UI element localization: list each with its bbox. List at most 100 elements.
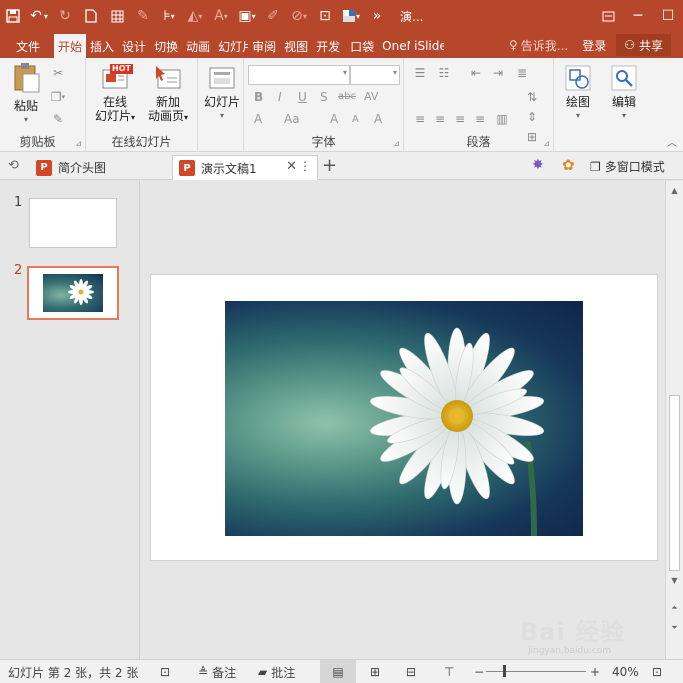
tab-home[interactable]: 开始 [54, 34, 87, 58]
zoom-slider[interactable] [486, 665, 586, 677]
format-painter-icon[interactable]: ✎ [50, 112, 66, 126]
daisy-photo[interactable] [225, 301, 583, 536]
strikethrough-button[interactable]: abc [338, 91, 356, 102]
new-file-icon[interactable] [78, 0, 104, 32]
clipboard-icon[interactable]: ▣ ▾ [234, 0, 260, 32]
multiwindow-button[interactable]: ❐ 多窗口模式 [590, 158, 665, 175]
cut-icon[interactable]: ✂ [50, 66, 66, 80]
tab-slideshow[interactable]: 幻灯片 [214, 34, 248, 58]
zoom-level[interactable]: 40% [612, 660, 639, 683]
char-spacing-button[interactable]: AV [364, 90, 378, 103]
font-size-input[interactable]: ▾ [350, 65, 400, 85]
normal-view-button[interactable]: ▤ [320, 660, 356, 683]
drawing-button[interactable]: 绘图 ▾ [558, 64, 598, 123]
more-options-icon[interactable]: ⋮ [299, 159, 311, 173]
shadow-button[interactable]: S [320, 90, 328, 104]
shrink-font-button[interactable]: A [352, 114, 359, 125]
slides-button[interactable]: 幻灯片 ▾ [202, 66, 242, 123]
ribbon-display-icon[interactable] [593, 0, 623, 32]
tab-animations[interactable]: 动画 [182, 34, 214, 58]
zoom-out-icon[interactable]: − [474, 660, 484, 683]
tab-view[interactable]: 视图 [280, 34, 312, 58]
scroll-thumb[interactable] [669, 395, 680, 571]
spell-check-icon[interactable]: ⊡ [160, 660, 170, 683]
slide-thumbnail-1[interactable] [29, 198, 117, 248]
font-color-button[interactable]: A [254, 112, 262, 126]
online-slides-button[interactable]: HOT 在线 幻灯片▾ [90, 64, 140, 125]
reading-view-icon[interactable]: ⊟ [406, 660, 416, 683]
redo-icon[interactable]: ↻ [52, 0, 78, 32]
slide-sorter-icon[interactable]: ⊞ [370, 660, 380, 683]
change-case-button[interactable]: Aa [284, 112, 300, 126]
theme-icon[interactable]: ▾ [338, 0, 364, 32]
notes-button[interactable]: ≜ 备注 [198, 660, 236, 683]
maximize-icon[interactable]: ☐ [653, 0, 683, 32]
editing-button[interactable]: 编辑 ▾ [604, 64, 644, 123]
new-tab-icon[interactable]: + [322, 155, 337, 176]
dialog-launcher-icon[interactable]: ⊿ [393, 139, 400, 148]
shape-icon[interactable]: ⊘ ▾ [286, 0, 312, 32]
share-button[interactable]: ⚇ 共享 [616, 34, 671, 56]
tab-file[interactable]: 文件 [0, 34, 54, 58]
history-icon[interactable]: ⟲ [8, 158, 19, 173]
collapse-ribbon-icon[interactable]: ︿ [667, 134, 677, 149]
dialog-launcher-icon[interactable]: ⊿ [75, 139, 82, 148]
line-spacing-icon[interactable]: ≣ [514, 66, 530, 80]
table-icon[interactable] [104, 0, 130, 32]
save-icon[interactable] [0, 0, 26, 32]
underline-button[interactable]: U [298, 90, 307, 104]
clear-format-button[interactable]: A [374, 112, 382, 126]
vertical-scrollbar[interactable]: ▲ ▼ ⏶ ⏷ [665, 181, 683, 659]
previous-slide-icon[interactable]: ⏶ [666, 601, 683, 615]
scroll-down-icon[interactable]: ▼ [666, 573, 683, 587]
undo-icon[interactable]: ↶ ▾ [26, 0, 52, 32]
numbering-icon[interactable]: ☷ [436, 66, 452, 80]
align-left-icon[interactable]: ≡ [412, 112, 428, 126]
dialog-launcher-icon[interactable]: ⊿ [543, 139, 550, 148]
decrease-indent-icon[interactable]: ⇤ [468, 66, 484, 80]
current-slide[interactable] [150, 274, 658, 561]
tab-pocket[interactable]: 口袋 [346, 34, 378, 58]
doc-tab-2[interactable]: P 演示文稿1 ✕ ⋮ [172, 155, 318, 180]
text-direction-icon[interactable]: ⇅ [524, 90, 540, 104]
columns-icon[interactable]: ▥ [494, 112, 510, 126]
tab-insert[interactable]: 插入 [86, 34, 118, 58]
increase-indent-icon[interactable]: ⇥ [490, 66, 506, 80]
doc-tab-1[interactable]: P 简介头图 [30, 155, 170, 180]
slideshow-icon[interactable]: ⊤ [444, 660, 454, 683]
tell-me-box[interactable]: ♀ 告诉我... [509, 37, 568, 54]
next-slide-icon[interactable]: ⏷ [666, 621, 683, 635]
comments-button[interactable]: ▰ 批注 [258, 660, 295, 683]
italic-button[interactable]: I [278, 90, 282, 104]
align-text-icon[interactable]: ⇕ [524, 110, 540, 124]
align-right-icon[interactable]: ≡ [452, 112, 468, 126]
copy-icon[interactable]: ❐ ▾ [50, 90, 66, 104]
minimize-icon[interactable]: ─ [623, 0, 653, 32]
star-icon[interactable]: ✸ [532, 157, 544, 173]
settings-icon[interactable]: ✿ [562, 156, 575, 174]
paste-button[interactable]: 粘贴 ▾ [6, 62, 46, 127]
slide-thumbnail-2[interactable] [27, 266, 119, 320]
new-animation-page-button[interactable]: 新加 动画页▾ [142, 64, 194, 125]
more-icon[interactable]: » [364, 0, 390, 32]
tab-transitions[interactable]: 切换 [150, 34, 182, 58]
font-name-input[interactable]: ▾ [248, 65, 350, 85]
fit-window-icon[interactable]: ⊡ [652, 660, 662, 683]
tab-developer[interactable]: 开发 [312, 34, 346, 58]
frame-icon[interactable]: ⊡ [312, 0, 338, 32]
tab-onenote[interactable]: OneN [378, 34, 410, 58]
font-color-icon[interactable]: A ▾ [208, 0, 234, 32]
close-icon[interactable]: ✕ [286, 159, 297, 174]
bullets-icon[interactable]: ☰ [412, 66, 428, 80]
grow-font-button[interactable]: A [330, 112, 338, 126]
justify-icon[interactable]: ≡ [472, 112, 488, 126]
fill-icon[interactable]: ◭ ▾ [182, 0, 208, 32]
eyedropper-icon[interactable]: ✎ [130, 0, 156, 32]
tab-design[interactable]: 设计 [118, 34, 150, 58]
align-center-icon[interactable]: ≡ [432, 112, 448, 126]
zoom-slider-thumb[interactable] [503, 665, 506, 677]
zoom-in-icon[interactable]: + [590, 660, 600, 683]
login-link[interactable]: 登录 [582, 37, 606, 54]
align-icon[interactable]: ⊧ ▾ [156, 0, 182, 32]
bold-button[interactable]: B [254, 90, 263, 104]
